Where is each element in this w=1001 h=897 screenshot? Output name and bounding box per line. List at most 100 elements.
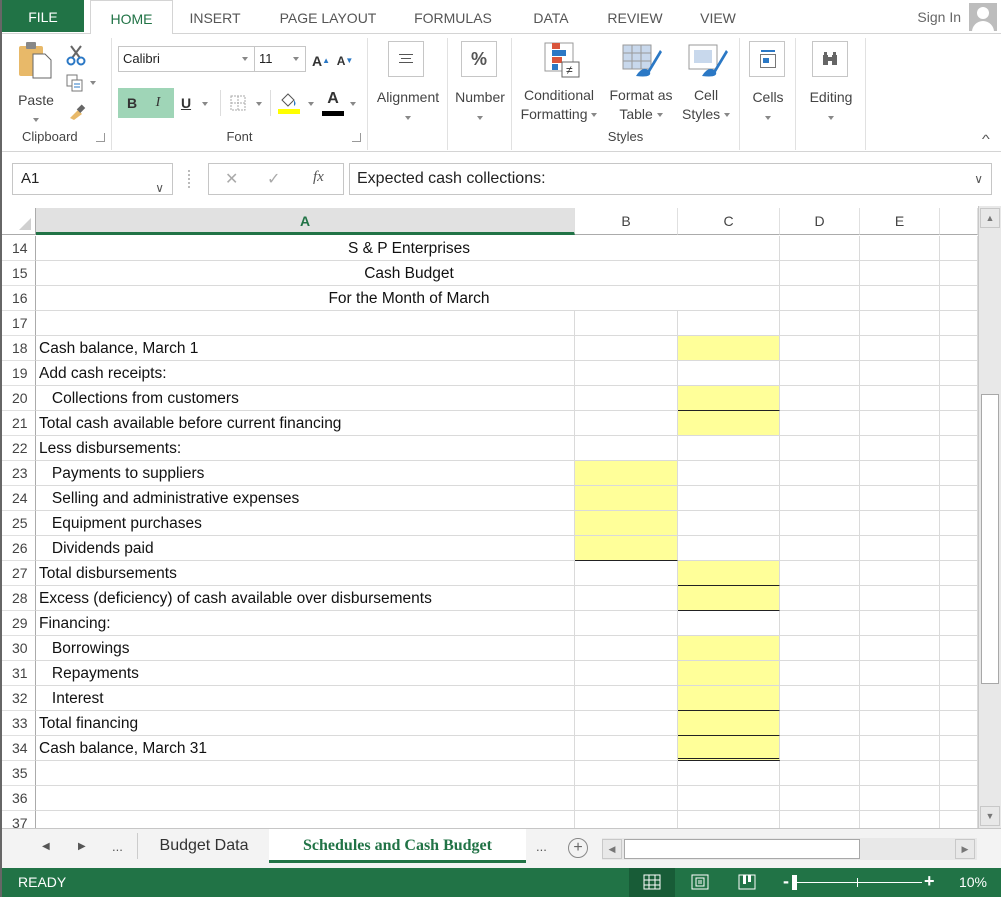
row-header[interactable]: 25 [2, 511, 36, 536]
cell-f16[interactable] [940, 286, 978, 311]
cell-a29[interactable]: Financing: [36, 611, 575, 636]
cell-b34[interactable] [575, 736, 678, 761]
cell-a20[interactable]: Collections from customers [36, 386, 575, 411]
normal-view-button[interactable] [629, 868, 675, 897]
cell-e28[interactable] [860, 586, 940, 611]
insert-function-icon[interactable]: fx [313, 169, 324, 186]
row-header[interactable]: 34 [2, 736, 36, 761]
copy-button[interactable] [66, 74, 96, 95]
column-header-f[interactable] [940, 208, 978, 235]
cell-f18[interactable] [940, 336, 978, 361]
cell-a32[interactable]: Interest [36, 686, 575, 711]
sheet-nav-prev-icon[interactable]: ◀ [42, 841, 50, 852]
column-header-b[interactable]: B [575, 208, 678, 235]
cell-f20[interactable] [940, 386, 978, 411]
cell-c23[interactable] [678, 461, 780, 486]
tab-review[interactable]: REVIEW [600, 0, 670, 34]
tab-formulas[interactable]: FORMULAS [405, 0, 501, 34]
cell-b24[interactable] [575, 486, 678, 511]
row-header[interactable]: 23 [2, 461, 36, 486]
cell-c24[interactable] [678, 486, 780, 511]
cell-d14[interactable] [780, 236, 860, 261]
cell-a24[interactable]: Selling and administrative expenses [36, 486, 575, 511]
font-size-combo[interactable]: 11 [254, 46, 306, 72]
cell-b27[interactable] [575, 561, 678, 586]
cell-e16[interactable] [860, 286, 940, 311]
cell-b20[interactable] [575, 386, 678, 411]
row-header[interactable]: 16 [2, 286, 36, 311]
scroll-left-button[interactable]: ◀ [602, 839, 622, 859]
cell-a15[interactable]: Cash Budget [36, 261, 780, 286]
cell-d26[interactable] [780, 536, 860, 561]
cells-button[interactable]: Cells [740, 38, 796, 124]
zoom-out-button[interactable]: - [783, 871, 789, 892]
column-header-d[interactable]: D [780, 208, 860, 235]
row-header[interactable]: 17 [2, 311, 36, 336]
row-header[interactable]: 28 [2, 586, 36, 611]
cell-f23[interactable] [940, 461, 978, 486]
cell-e35[interactable] [860, 761, 940, 786]
cell-a37[interactable] [36, 811, 575, 828]
cell-e36[interactable] [860, 786, 940, 811]
row-header[interactable]: 36 [2, 786, 36, 811]
cell-f24[interactable] [940, 486, 978, 511]
row-header[interactable]: 32 [2, 686, 36, 711]
format-painter-icon[interactable] [68, 102, 88, 120]
cell-d21[interactable] [780, 411, 860, 436]
cell-c26[interactable] [678, 536, 780, 561]
underline-dropdown-icon[interactable] [202, 102, 208, 106]
scroll-down-button[interactable]: ▼ [980, 806, 1000, 826]
cell-c21[interactable] [678, 411, 780, 436]
row-header[interactable]: 26 [2, 536, 36, 561]
cell-d34[interactable] [780, 736, 860, 761]
cell-f31[interactable] [940, 661, 978, 686]
cell-c30[interactable] [678, 636, 780, 661]
italic-button[interactable]: I [146, 90, 170, 116]
cell-a14[interactable]: S & P Enterprises [36, 236, 780, 261]
cell-b17[interactable] [575, 311, 678, 336]
cell-e14[interactable] [860, 236, 940, 261]
row-header[interactable]: 21 [2, 411, 36, 436]
cell-b30[interactable] [575, 636, 678, 661]
sign-in-link[interactable]: Sign In [917, 9, 961, 25]
cell-f14[interactable] [940, 236, 978, 261]
cell-b26[interactable] [575, 536, 678, 561]
cell-d15[interactable] [780, 261, 860, 286]
cell-e22[interactable] [860, 436, 940, 461]
expand-formula-bar-icon[interactable]: ∨ [974, 164, 983, 194]
page-layout-view-button[interactable] [677, 868, 723, 897]
bold-button[interactable]: B [120, 90, 144, 116]
vertical-scroll-thumb[interactable] [981, 394, 999, 684]
cell-a33[interactable]: Total financing [36, 711, 575, 736]
cell-c35[interactable] [678, 761, 780, 786]
tab-home[interactable]: HOME [90, 0, 173, 35]
underline-button[interactable]: U [176, 90, 196, 116]
cell-c19[interactable] [678, 361, 780, 386]
row-header[interactable]: 31 [2, 661, 36, 686]
new-sheet-button[interactable]: + [568, 838, 588, 858]
cell-c36[interactable] [678, 786, 780, 811]
cell-d24[interactable] [780, 486, 860, 511]
cell-d17[interactable] [780, 311, 860, 336]
cell-a18[interactable]: Cash balance, March 1 [36, 336, 575, 361]
cell-b35[interactable] [575, 761, 678, 786]
cell-f34[interactable] [940, 736, 978, 761]
cell-f36[interactable] [940, 786, 978, 811]
cell-a26[interactable]: Dividends paid [36, 536, 575, 561]
row-header[interactable]: 30 [2, 636, 36, 661]
zoom-level[interactable]: 10% [959, 874, 987, 890]
column-header-a[interactable]: A [36, 208, 575, 235]
cell-c29[interactable] [678, 611, 780, 636]
row-header[interactable]: 35 [2, 761, 36, 786]
zoom-in-button[interactable]: + [924, 871, 935, 892]
cell-c22[interactable] [678, 436, 780, 461]
cell-f35[interactable] [940, 761, 978, 786]
cell-a16[interactable]: For the Month of March [36, 286, 780, 311]
cell-f19[interactable] [940, 361, 978, 386]
sheet-nav-next-icon[interactable]: ▶ [78, 841, 86, 852]
cell-e20[interactable] [860, 386, 940, 411]
cell-b23[interactable] [575, 461, 678, 486]
row-header[interactable]: 29 [2, 611, 36, 636]
sheet-tab-budget-data[interactable]: Budget Data [139, 829, 269, 863]
row-header[interactable]: 37 [2, 811, 36, 828]
